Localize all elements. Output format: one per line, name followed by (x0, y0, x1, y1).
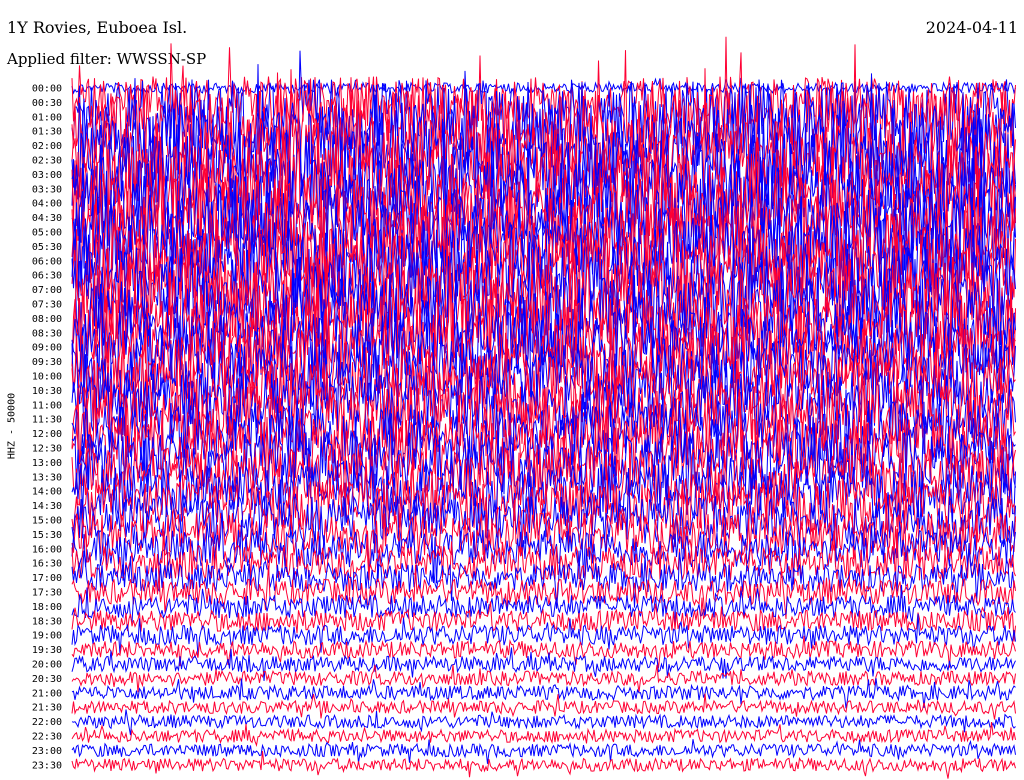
helicorder-plot: 00:00 00:30 01:00 01:30 02:00 02:30 03:00 03:30… (32, 36, 1016, 779)
row-tick-label: 09:30 (32, 357, 62, 368)
row-tick-label: 15:00 (32, 516, 62, 527)
row-tick-label: 21:30 (32, 703, 62, 714)
row-tick-label: 04:00 (32, 199, 62, 210)
row-tick-label: 08:00 (32, 314, 62, 325)
row-tick-label: 17:00 (32, 573, 62, 584)
row-tick-label: 04:30 (32, 213, 62, 224)
seismic-trace-2200 (71, 709, 1016, 736)
seismic-trace-2000 (71, 647, 1016, 681)
row-tick-label: 13:00 (32, 458, 62, 469)
row-tick-label: 00:00 (32, 84, 62, 95)
row-tick-label: 09:00 (32, 343, 62, 354)
row-tick-label: 02:30 (32, 156, 62, 167)
row-tick-label: 23:00 (32, 746, 62, 757)
row-tick-label: 05:00 (32, 228, 62, 239)
row-tick-label: 16:30 (32, 559, 62, 570)
row-tick-label: 07:30 (32, 300, 62, 311)
row-tick-label: 01:00 (32, 112, 62, 123)
row-tick-label: 22:00 (32, 717, 62, 728)
seismic-trace-2230 (71, 722, 1016, 748)
row-tick-label: 03:30 (32, 184, 62, 195)
row-tick-label: 19:00 (32, 631, 62, 642)
row-tick-label: 10:00 (32, 372, 62, 383)
seismic-trace-2300 (71, 739, 1016, 764)
row-tick-label: 21:00 (32, 688, 62, 699)
row-tick-label: 07:00 (32, 285, 62, 296)
row-tick-label: 18:30 (32, 616, 62, 627)
row-tick-label: 00:30 (32, 98, 62, 109)
row-tick-label: 06:00 (32, 256, 62, 267)
row-tick-label: 12:00 (32, 429, 62, 440)
row-tick-label: 14:30 (32, 501, 62, 512)
row-tick-label: 10:30 (32, 386, 62, 397)
row-tick-label: 23:30 (32, 760, 62, 771)
row-tick-label: 06:30 (32, 271, 62, 282)
row-tick-label: 02:00 (32, 141, 62, 152)
row-tick-label: 14:00 (32, 487, 62, 498)
row-tick-label: 01:30 (32, 127, 62, 138)
row-tick-label: 22:30 (32, 732, 62, 743)
row-tick-label: 13:30 (32, 472, 62, 483)
row-tick-label: 15:30 (32, 530, 62, 541)
row-tick-label: 05:30 (32, 242, 62, 253)
row-tick-label: 20:00 (32, 660, 62, 671)
row-tick-label: 16:00 (32, 544, 62, 555)
row-tick-label: 20:30 (32, 674, 62, 685)
row-tick-label: 03:00 (32, 170, 62, 181)
row-tick-label: 18:00 (32, 602, 62, 613)
row-tick-label: 08:30 (32, 328, 62, 339)
row-tick-label: 11:00 (32, 400, 62, 411)
row-tick-label: 11:30 (32, 415, 62, 426)
row-tick-label: 12:30 (32, 444, 62, 455)
row-tick-label: 17:30 (32, 588, 62, 599)
row-tick-label: 19:30 (32, 645, 62, 656)
